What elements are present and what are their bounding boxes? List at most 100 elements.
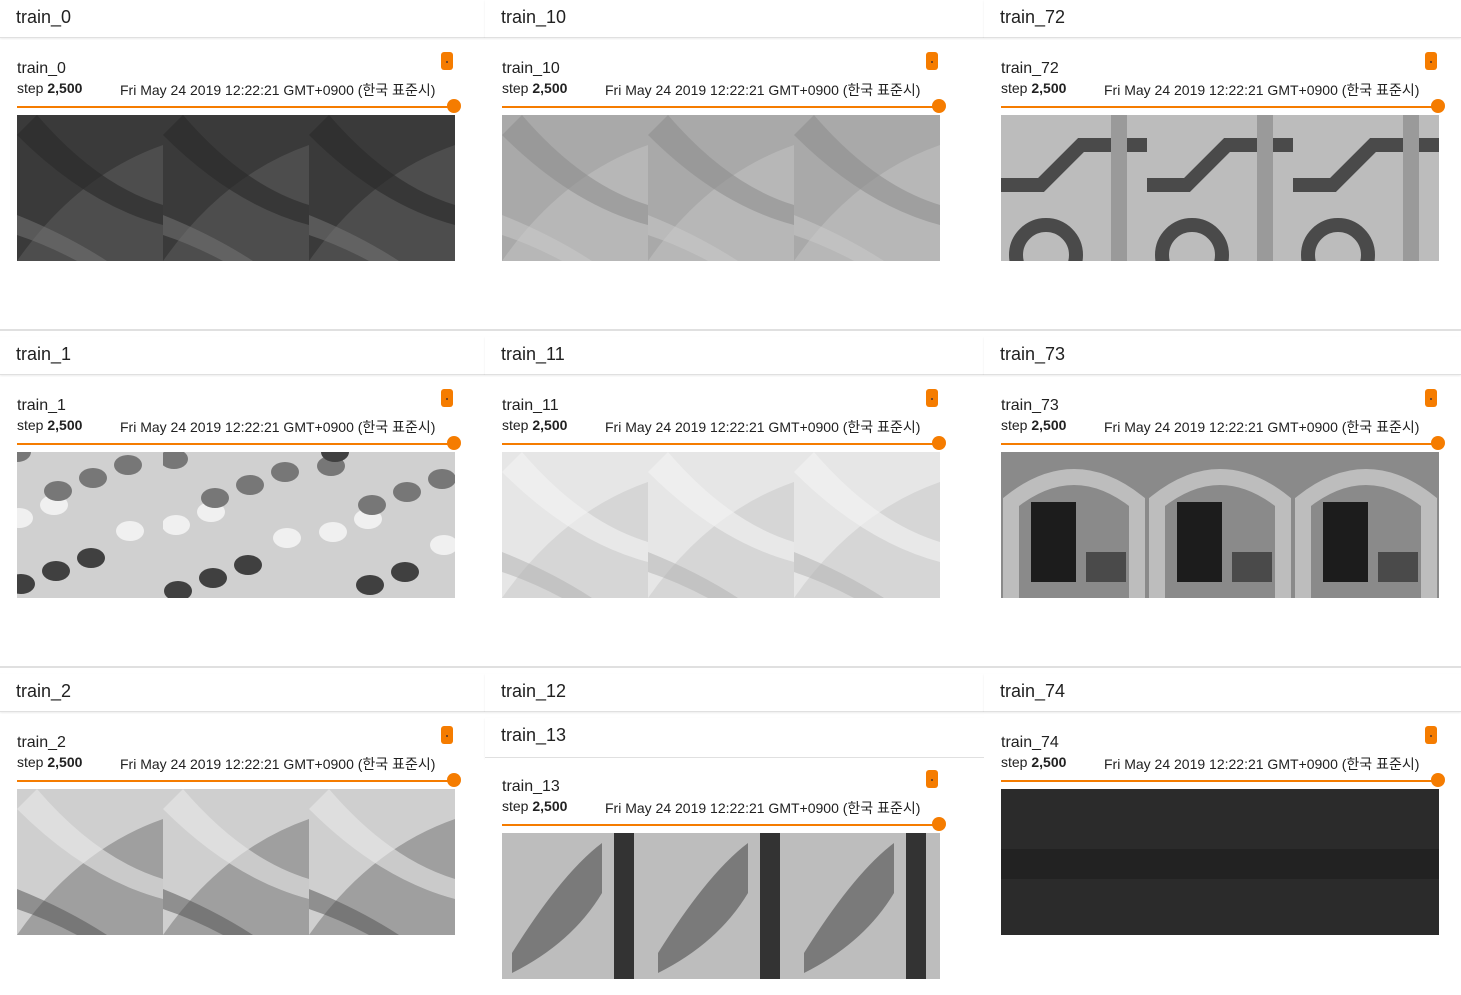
step-value: 2,500 [1031,754,1067,770]
image-tile [1001,789,1147,935]
group-header-train-13[interactable]: train_13 [485,718,984,758]
image-tile [502,833,648,979]
step-value: 2,500 [532,417,568,433]
step-slider-track[interactable] [17,106,455,108]
image-tile [163,115,309,261]
card-title: train_13 [502,778,560,795]
image-card-train-2: train_2 step 2,500 Fri May 24 2019 12:22… [0,714,485,964]
step-slider-knob[interactable] [932,436,946,450]
card-title: train_72 [1001,60,1059,77]
image-tile [17,452,163,598]
image-strip [17,789,455,935]
step-slider-knob[interactable] [932,817,946,831]
step-slider-knob[interactable] [1431,99,1445,113]
image-tile [794,452,940,598]
column-right: train_72 train_72 step 2,500 Fri May 24 … [984,0,1461,995]
step-slider-track[interactable] [502,443,940,445]
image-card-train-0: train_0 step 2,500 Fri May 24 2019 12:22… [0,40,485,290]
step-slider-track[interactable] [502,106,940,108]
color-badge-icon [1425,389,1437,407]
card-title: train_73 [1001,397,1059,414]
group-header-train-10[interactable]: train_10 [485,0,984,38]
image-tile [1147,789,1293,935]
image-card-train-11: train_11 step 2,500 Fri May 24 2019 12:2… [485,377,984,627]
step-value: 2,500 [1031,80,1067,96]
image-tile [163,789,309,935]
image-card-train-73: train_73 step 2,500 Fri May 24 2019 12:2… [984,377,1461,627]
group-header-train-1[interactable]: train_1 [0,337,485,375]
image-tile [1001,452,1147,598]
step-slider-knob[interactable] [447,436,461,450]
image-card-train-1: train_1 step 2,500 Fri May 24 2019 12:22… [0,377,485,627]
group-header-train-0[interactable]: train_0 [0,0,485,38]
timestamp: Fri May 24 2019 12:22:21 GMT+0900 (한국 표준… [120,82,436,98]
group-header-train-74[interactable]: train_74 [984,674,1461,712]
image-tile [794,115,940,261]
image-card-train-74: train_74 step 2,500 Fri May 24 2019 12:2… [984,714,1461,964]
step-slider-track[interactable] [1001,443,1439,445]
step-slider-knob[interactable] [1431,773,1445,787]
image-tile [1293,452,1439,598]
column-left: train_0 train_0 step 2,500 Fri May 24 20… [0,0,485,995]
timestamp: Fri May 24 2019 12:22:21 GMT+0900 (한국 표준… [1104,756,1420,772]
step-slider-track[interactable] [1001,106,1439,108]
step-slider-knob[interactable] [932,99,946,113]
step-label: step 2,500 [17,754,83,770]
step-label: step 2,500 [1001,417,1067,433]
color-badge-icon [926,52,938,70]
image-tile [309,452,455,598]
image-tile [1147,452,1293,598]
step-label: step 2,500 [502,80,568,96]
step-slider-track[interactable] [17,780,455,782]
step-slider-knob[interactable] [447,773,461,787]
image-strip [17,115,455,261]
image-tile [648,115,794,261]
color-badge-icon [1425,726,1437,744]
step-slider-track[interactable] [17,443,455,445]
group-header-train-73[interactable]: train_73 [984,337,1461,375]
image-tile [163,452,309,598]
image-tile [502,115,648,261]
timestamp: Fri May 24 2019 12:22:21 GMT+0900 (한국 표준… [1104,419,1420,435]
step-label: step 2,500 [1001,80,1067,96]
step-slider-track[interactable] [502,824,940,826]
image-tile [17,789,163,935]
step-value: 2,500 [47,417,83,433]
card-title: train_74 [1001,734,1059,751]
color-badge-icon [441,726,453,744]
image-tile [794,833,940,979]
row-divider [0,329,1461,331]
card-title: train_1 [17,397,66,414]
card-title: train_11 [502,397,559,414]
step-slider-knob[interactable] [1431,436,1445,450]
step-value: 2,500 [47,754,83,770]
step-value: 2,500 [47,80,83,96]
step-slider-track[interactable] [1001,780,1439,782]
image-strip [1001,115,1439,261]
step-label: step 2,500 [1001,754,1067,770]
card-title: train_2 [17,734,66,751]
step-label: step 2,500 [17,417,83,433]
color-badge-icon [441,52,453,70]
image-tile [17,115,163,261]
group-header-train-72[interactable]: train_72 [984,0,1461,38]
step-value: 2,500 [532,798,568,814]
step-label: step 2,500 [502,798,568,814]
image-strip [502,452,940,598]
group-header-train-11[interactable]: train_11 [485,337,984,375]
color-badge-icon [926,389,938,407]
step-slider-knob[interactable] [447,99,461,113]
color-badge-icon [926,770,938,788]
row-divider [0,666,1461,668]
image-tile [1293,789,1439,935]
group-header-train-2[interactable]: train_2 [0,674,485,712]
step-label: step 2,500 [17,80,83,96]
image-tile [648,833,794,979]
timestamp: Fri May 24 2019 12:22:21 GMT+0900 (한국 표준… [120,419,436,435]
timestamp: Fri May 24 2019 12:22:21 GMT+0900 (한국 표준… [605,419,921,435]
group-header-train-12[interactable]: train_12 [485,674,984,712]
timestamp: Fri May 24 2019 12:22:21 GMT+0900 (한국 표준… [605,82,921,98]
column-middle: train_10 train_10 step 2,500 Fri May 24 … [485,0,984,995]
step-label: step 2,500 [502,417,568,433]
step-value: 2,500 [532,80,568,96]
